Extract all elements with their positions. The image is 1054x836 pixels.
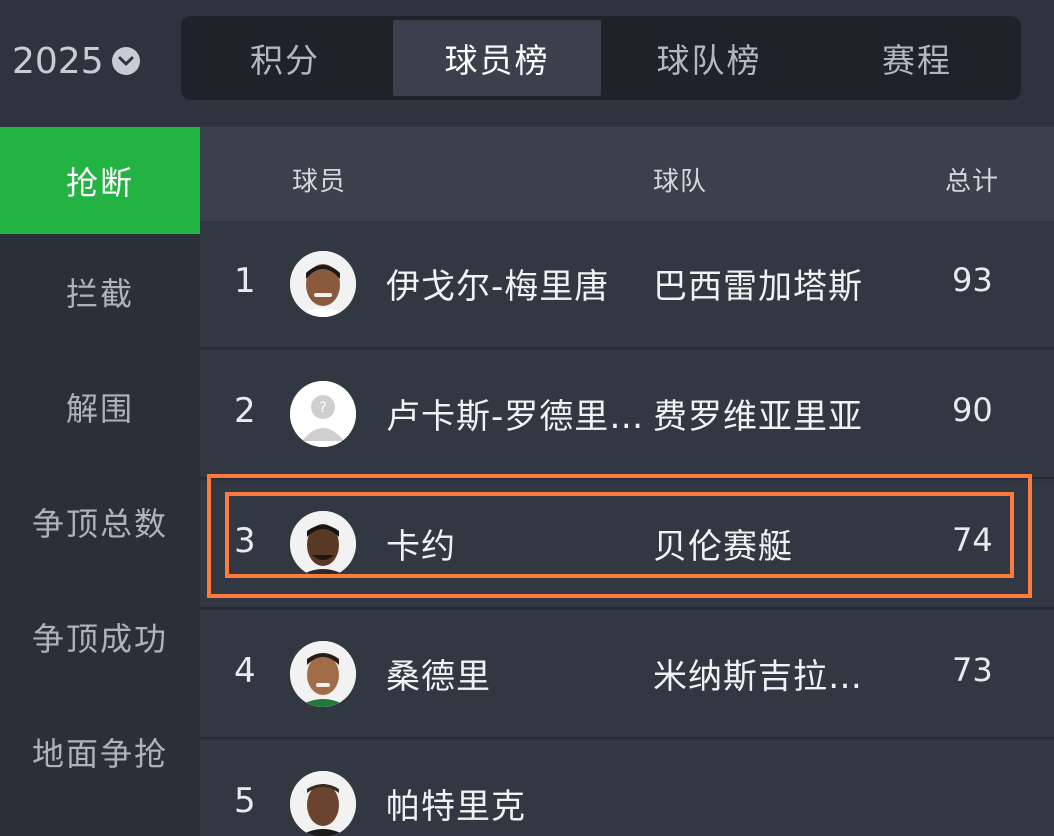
sidebar-item-clearances[interactable]: 解围 [0,349,200,464]
team-name: 米纳斯吉拉… [653,657,863,697]
team-name: 巴西雷加塔斯 [653,267,863,307]
tab-player-rankings[interactable]: 球员榜 [393,20,601,96]
player-ranking-table: 球员 球队 总计 1 伊戈尔-梅里唐 巴西雷加塔斯 93 2 ? 卢卡斯-罗德里… [200,127,1054,836]
row-rank: 3 [234,521,256,561]
placeholder-avatar-icon: ? [290,381,356,447]
player-name: 伊戈尔-梅里唐 [386,267,610,307]
player-name: 卢卡斯-罗德里… [386,397,645,437]
row-total: 74 [952,521,993,559]
tab-standings[interactable]: 积分 [181,20,389,96]
sidebar-item-interceptions[interactable]: 拦截 [0,234,200,349]
row-total: 93 [952,261,993,299]
season-year: 2025 [12,40,104,82]
column-header-player: 球员 [292,167,347,197]
row-rank: 1 [234,261,256,301]
sidebar-item-ground-duels[interactable]: 地面争抢 [0,694,200,809]
player-name: 桑德里 [386,657,491,697]
team-name: 费罗维亚里亚 [653,397,863,437]
stat-category-sidebar: 抢断 拦截 解围 争顶总数 争顶成功 地面争抢 [0,127,200,836]
main-tabs: 积分 球员榜 球队榜 赛程 [181,16,1021,100]
sidebar-item-aerial-duels-won[interactable]: 争顶成功 [0,579,200,694]
row-total: 73 [952,651,993,689]
row-total: 90 [952,391,993,429]
row-rank: 5 [234,781,256,821]
column-header-team: 球队 [653,167,708,197]
player-avatar [290,251,356,317]
chevron-down-icon [111,47,140,75]
row-rank: 2 [234,391,256,431]
table-row[interactable]: 5 帕特里克 [200,741,1054,836]
sidebar-item-tackles[interactable]: 抢断 [0,127,200,234]
player-avatar [290,641,356,707]
svg-text:?: ? [319,400,326,416]
table-row[interactable]: 1 伊戈尔-梅里唐 巴西雷加塔斯 93 [200,221,1054,349]
player-avatar [290,511,356,577]
player-name: 帕特里克 [386,787,526,827]
column-header-total: 总计 [945,167,1000,197]
tab-team-rankings[interactable]: 球队榜 [605,20,813,96]
row-rank: 4 [234,651,256,691]
table-header: 球员 球队 总计 [200,127,1054,221]
season-selector[interactable]: 2025 [12,38,140,84]
tab-schedule[interactable]: 赛程 [813,20,1021,96]
player-avatar [290,771,356,836]
table-row[interactable]: 3 卡约 贝伦赛艇 74 [200,481,1054,609]
table-row[interactable]: 4 桑德里 米纳斯吉拉… 73 [200,611,1054,739]
team-name: 贝伦赛艇 [653,527,793,567]
player-name: 卡约 [386,527,456,567]
table-row[interactable]: 2 ? 卢卡斯-罗德里… 费罗维亚里亚 90 [200,351,1054,479]
sidebar-item-aerial-duels[interactable]: 争顶总数 [0,464,200,579]
